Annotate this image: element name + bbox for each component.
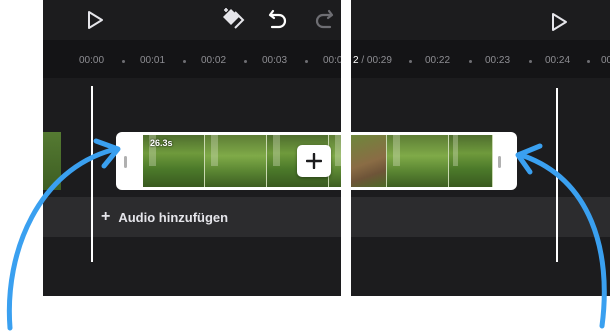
- annotation-arrow-right: [515, 143, 607, 329]
